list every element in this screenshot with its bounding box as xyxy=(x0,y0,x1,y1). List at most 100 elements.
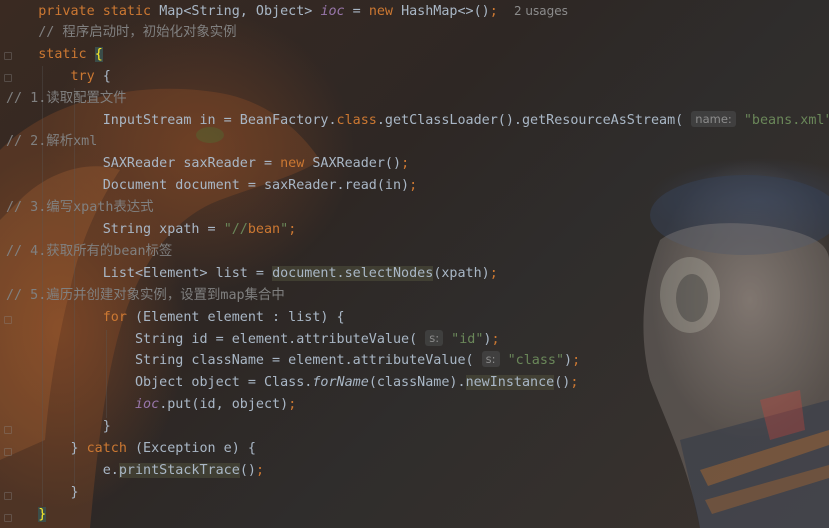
code-editor[interactable]: private static Map<String, Object> ioc =… xyxy=(0,0,829,528)
keyword-token: catch xyxy=(86,441,135,456)
parameter-hint: s: xyxy=(425,329,444,346)
code-token: document.selectNodes xyxy=(272,265,434,281)
parameter-hint: name: xyxy=(691,110,736,127)
code-line[interactable]: String id = element.attributeValue( s: "… xyxy=(6,329,500,351)
code-line[interactable]: String className = element.attributeValu… xyxy=(6,350,580,372)
code-line[interactable]: static { xyxy=(6,44,103,66)
code-line[interactable]: } catch (Exception e) { xyxy=(6,438,256,460)
code-line[interactable]: Object object = Class.forName(className)… xyxy=(6,372,578,394)
code-line[interactable]: ioc.put(id, object); xyxy=(6,394,296,416)
code-line[interactable]: } xyxy=(6,416,111,438)
code-comment: // 程序启动时，初始化对象实例 xyxy=(38,24,237,40)
code-line[interactable]: } xyxy=(6,504,47,526)
keyword-token: ; xyxy=(491,331,500,347)
code-line[interactable]: Document document = saxReader.read(in); xyxy=(6,175,417,197)
keyword-token: private static xyxy=(38,4,160,19)
code-token: .getClassLoader().getResourceAsStream( xyxy=(376,112,692,128)
code-line[interactable]: InputStream in = BeanFactory.class.getCl… xyxy=(6,110,829,132)
string-literal: "id" xyxy=(451,331,484,347)
code-token: } xyxy=(38,506,47,522)
code-line[interactable]: try { xyxy=(6,66,111,88)
keyword-token: class xyxy=(336,112,377,128)
keyword-token: bean xyxy=(247,222,281,237)
keyword-token: for xyxy=(102,309,135,325)
usages-hint[interactable]: 2 usages xyxy=(514,4,568,18)
code-token: ioc xyxy=(135,397,160,413)
keyword-token: new xyxy=(280,156,313,172)
code-token: Object object = Class. xyxy=(135,375,313,391)
code-line[interactable]: private static Map<String, Object> ioc =… xyxy=(6,0,568,22)
code-token: .put(id, object) xyxy=(159,397,289,413)
code-line[interactable]: List<Element> list = document.selectNode… xyxy=(6,263,498,285)
code-token: String xpath = xyxy=(102,222,224,237)
code-line[interactable]: // 1.读取配置文件 xyxy=(6,88,127,110)
keyword-token: ; xyxy=(489,265,498,281)
keyword-token: try xyxy=(70,68,103,84)
code-token: } xyxy=(102,419,111,435)
keyword-token: static xyxy=(38,46,95,62)
code-token: SAXReader saxReader = xyxy=(102,156,281,172)
code-line[interactable]: // 程序启动时，初始化对象实例 xyxy=(6,22,237,44)
code-line[interactable]: SAXReader saxReader = new SAXReader(); xyxy=(6,153,409,175)
code-token: InputStream in = BeanFactory. xyxy=(102,112,337,128)
code-line[interactable]: String xpath = "//bean"; xyxy=(6,219,297,241)
code-comment: // 2.解析xml xyxy=(6,134,98,150)
code-token: (Element element : list) { xyxy=(135,309,345,325)
code-token: e. xyxy=(102,462,119,478)
keyword-token: ; xyxy=(288,222,297,237)
code-line[interactable]: // 5.遍历并创建对象实例，设置到map集合中 xyxy=(6,285,285,307)
string-literal: "class" xyxy=(507,353,565,369)
code-comment: // 5.遍历并创建对象实例，设置到map集合中 xyxy=(6,287,285,303)
code-line[interactable]: } xyxy=(6,482,79,504)
code-token: () xyxy=(239,462,256,478)
code-comment: // 1.读取配置文件 xyxy=(6,90,127,106)
code-line[interactable]: // 2.解析xml xyxy=(6,131,97,153)
string-literal: " xyxy=(280,222,289,237)
code-line[interactable]: e.printStackTrace(); xyxy=(6,460,264,482)
keyword-token: ; xyxy=(489,4,498,19)
code-line[interactable]: for (Element element : list) { xyxy=(6,307,345,329)
code-line[interactable]: // 3.编写xpath表达式 xyxy=(6,197,154,219)
code-token: HashMap<>() xyxy=(401,4,490,19)
code-token: String className = element.attributeValu… xyxy=(135,353,482,369)
keyword-token: ; xyxy=(288,397,297,413)
code-token: List<Element> list = xyxy=(102,265,273,281)
code-token: ) xyxy=(564,353,573,369)
code-comment: // 4.获取所有的bean标签 xyxy=(6,243,173,259)
keyword-token: ; xyxy=(409,178,418,194)
code-token: (className). xyxy=(368,375,466,391)
code-token: = xyxy=(344,4,369,19)
string-literal: "beans.xml" xyxy=(743,112,829,128)
code-token: (Exception e) { xyxy=(135,441,256,456)
code-token: printStackTrace xyxy=(118,462,240,478)
code-token: { xyxy=(102,68,111,84)
code-token: ioc xyxy=(320,4,345,19)
code-comment: // 3.编写xpath表达式 xyxy=(6,200,154,216)
code-token: } xyxy=(70,484,79,500)
code-token: { xyxy=(94,46,103,62)
code-line[interactable]: // 4.获取所有的bean标签 xyxy=(6,241,172,263)
keyword-token: ; xyxy=(401,156,410,172)
code-token: () xyxy=(554,375,571,391)
code-token: Document document = saxReader.read(in) xyxy=(102,178,410,194)
